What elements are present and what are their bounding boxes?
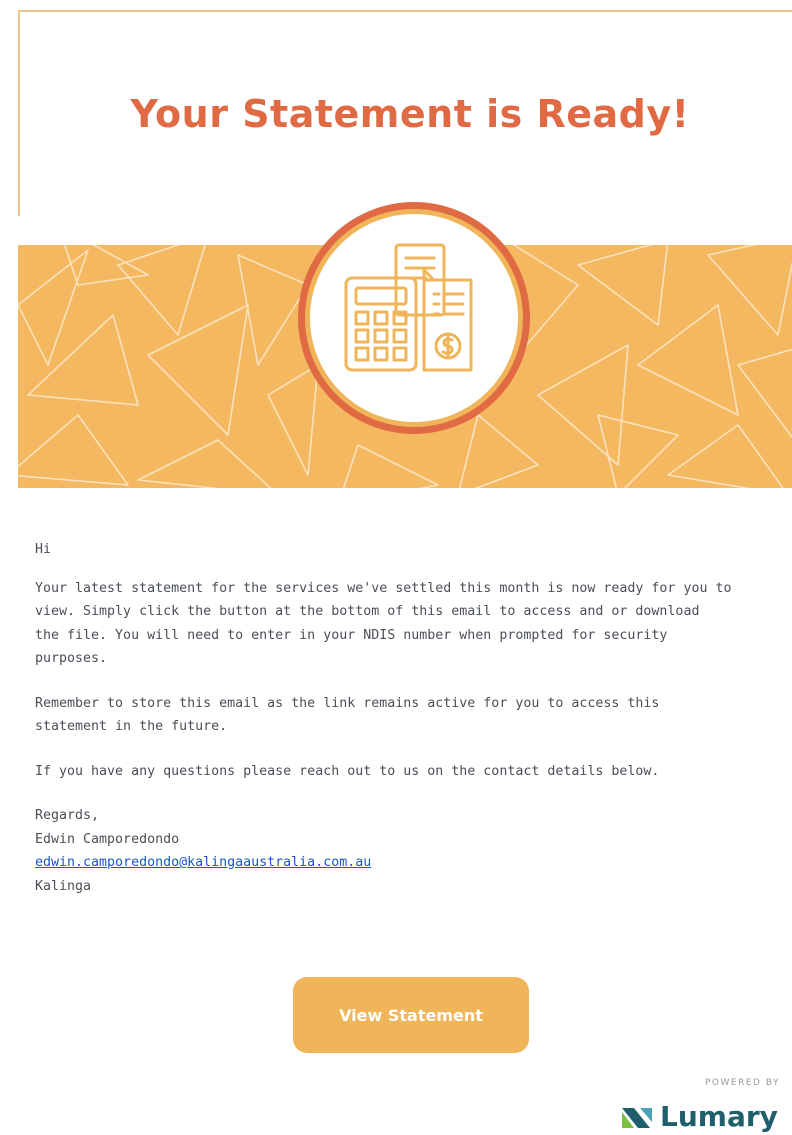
signature-block: Regards, Edwin Camporedondo edwin.campor…: [35, 804, 790, 898]
sender-name: Edwin Camporedondo: [35, 831, 180, 847]
calculator-receipt-icon: [298, 202, 530, 434]
paragraph-line: Your latest statement for the services w…: [35, 580, 732, 596]
message-body: Hi Your latest statement for the service…: [35, 538, 790, 898]
paragraph-statement-ready: Your latest statement for the services w…: [35, 577, 790, 671]
paragraph-questions: If you have any questions please reach o…: [35, 763, 660, 779]
signoff: Regards,: [35, 808, 100, 823]
powered-by-label: POWERED BY: [705, 1078, 781, 1088]
lumary-wordmark: Lumary: [660, 1100, 778, 1133]
paragraph-line: statement in the future.: [35, 719, 228, 734]
sender-email-link[interactable]: edwin.camporedondo@kalingaaustralia.com.…: [35, 855, 371, 870]
lumary-logo[interactable]: Lumary: [622, 1098, 778, 1135]
greeting: Hi: [35, 542, 52, 557]
page-title: Your Statement is Ready!: [130, 92, 690, 136]
organisation-name: Kalinga: [35, 878, 92, 894]
view-statement-button[interactable]: View Statement: [293, 977, 529, 1053]
paragraph-store-email: Remember to store this email as the link…: [35, 692, 790, 739]
paragraph-line: purposes.: [35, 651, 108, 666]
statement-icon-badge: [296, 200, 532, 436]
email-body: Your Statement is Ready! Hi Your latest …: [0, 0, 792, 1135]
paragraph-line: the file. You will need to enter in your…: [35, 627, 668, 643]
lumary-logo-icon: [622, 1107, 652, 1128]
paragraph-line: view. Simply click the button at the bot…: [35, 604, 700, 619]
paragraph-line: Remember to store this email as the link…: [35, 695, 660, 711]
